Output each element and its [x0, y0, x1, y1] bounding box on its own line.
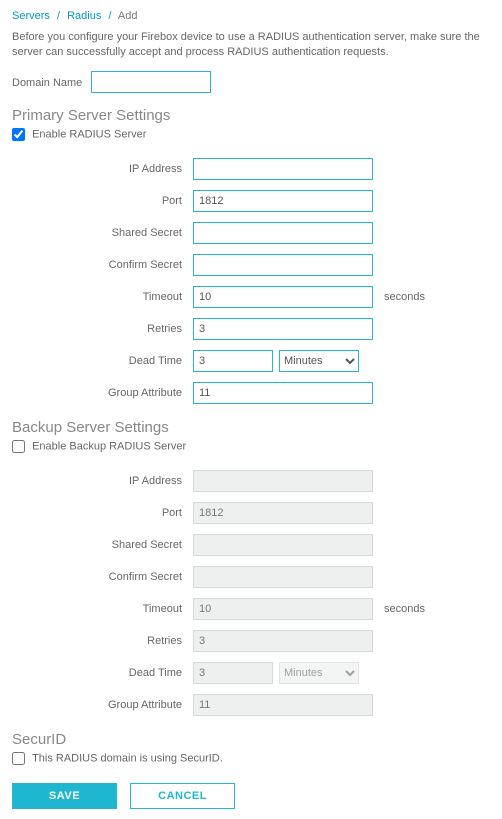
backup-groupattr-input [193, 694, 373, 716]
backup-timeout-unit: seconds [374, 597, 426, 621]
primary-enable-label: Enable RADIUS Server [32, 128, 146, 140]
cancel-button[interactable]: CANCEL [130, 783, 235, 809]
backup-deadtime-unit-select: Minutes [279, 662, 359, 684]
backup-port-input [193, 502, 373, 524]
domain-name-input[interactable] [91, 71, 211, 93]
backup-deadtime-label: Dead Time [52, 661, 192, 685]
primary-secret-input[interactable] [193, 222, 373, 244]
backup-ip-label: IP Address [52, 469, 192, 493]
breadcrumb-servers[interactable]: Servers [12, 10, 50, 22]
primary-groupattr-label: Group Attribute [52, 381, 192, 405]
securid-row: This RADIUS domain is using SecurID. [12, 752, 490, 765]
backup-form: IP Address Port Shared Secret Confirm Se… [52, 461, 426, 725]
backup-retries-input [193, 630, 373, 652]
backup-secret-input [193, 534, 373, 556]
primary-enable-row: Enable RADIUS Server [12, 128, 490, 141]
primary-port-input[interactable] [193, 190, 373, 212]
primary-ip-input[interactable] [193, 158, 373, 180]
save-button[interactable]: SAVE [12, 783, 117, 809]
breadcrumb-sep: / [57, 10, 60, 22]
backup-enable-row: Enable Backup RADIUS Server [12, 440, 490, 453]
domain-name-label: Domain Name [12, 77, 82, 89]
backup-deadtime-input [193, 662, 273, 684]
primary-deadtime-label: Dead Time [52, 349, 192, 373]
primary-confirm-label: Confirm Secret [52, 253, 192, 277]
primary-form: IP Address Port Shared Secret Confirm Se… [52, 149, 426, 413]
button-row: SAVE CANCEL [12, 783, 490, 809]
primary-timeout-input[interactable] [193, 286, 373, 308]
backup-confirm-input [193, 566, 373, 588]
breadcrumb-current: Add [118, 10, 138, 22]
breadcrumb-sep: / [108, 10, 111, 22]
backup-secret-label: Shared Secret [52, 533, 192, 557]
backup-groupattr-label: Group Attribute [52, 693, 192, 717]
backup-enable-checkbox[interactable] [12, 440, 25, 453]
breadcrumb: Servers / Radius / Add [12, 10, 490, 22]
primary-timeout-label: Timeout [52, 285, 192, 309]
page-intro: Before you configure your Firebox device… [12, 30, 490, 61]
primary-deadtime-input[interactable] [193, 350, 273, 372]
primary-retries-input[interactable] [193, 318, 373, 340]
primary-timeout-unit: seconds [374, 285, 426, 309]
securid-label: This RADIUS domain is using SecurID. [32, 752, 223, 764]
primary-retries-label: Retries [52, 317, 192, 341]
backup-retries-label: Retries [52, 629, 192, 653]
backup-timeout-label: Timeout [52, 597, 192, 621]
backup-timeout-input [193, 598, 373, 620]
securid-checkbox[interactable] [12, 752, 25, 765]
primary-enable-checkbox[interactable] [12, 128, 25, 141]
backup-confirm-label: Confirm Secret [52, 565, 192, 589]
backup-port-label: Port [52, 501, 192, 525]
primary-ip-label: IP Address [52, 157, 192, 181]
securid-section-title: SecurID [12, 731, 490, 748]
backup-section-title: Backup Server Settings [12, 419, 490, 436]
primary-confirm-input[interactable] [193, 254, 373, 276]
primary-secret-label: Shared Secret [52, 221, 192, 245]
backup-ip-input [193, 470, 373, 492]
backup-enable-label: Enable Backup RADIUS Server [32, 440, 186, 452]
primary-port-label: Port [52, 189, 192, 213]
primary-deadtime-unit-select[interactable]: Minutes [279, 350, 359, 372]
domain-name-row: Domain Name [12, 71, 490, 93]
breadcrumb-radius[interactable]: Radius [67, 10, 101, 22]
primary-groupattr-input[interactable] [193, 382, 373, 404]
primary-section-title: Primary Server Settings [12, 107, 490, 124]
